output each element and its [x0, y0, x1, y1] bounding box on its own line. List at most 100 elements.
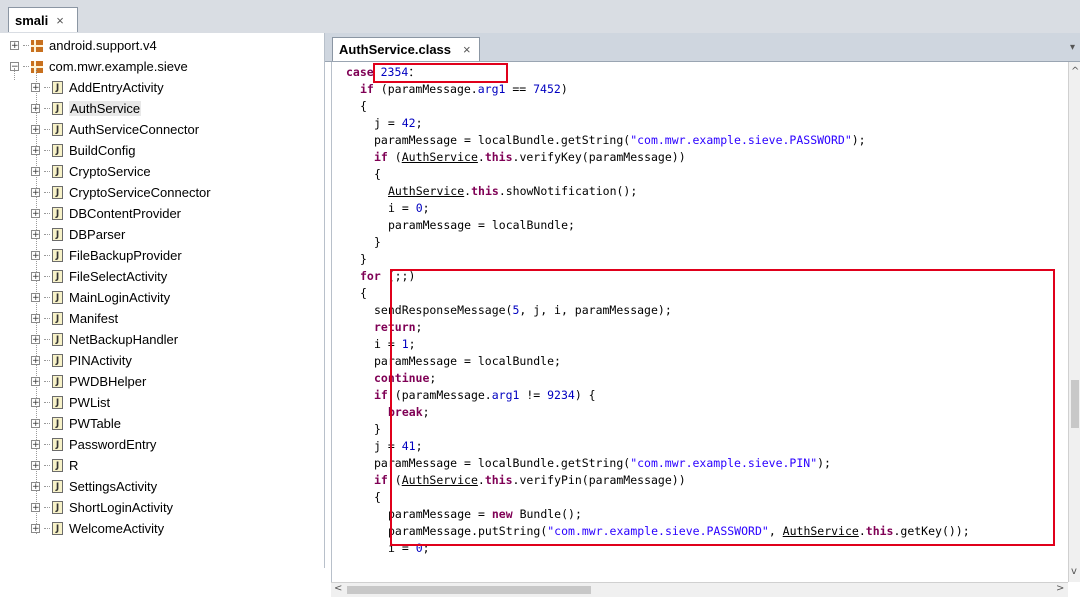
tree-item-class[interactable]: + J CryptoService [31, 161, 151, 182]
vertical-scrollbar[interactable]: ^ v [1068, 62, 1080, 582]
tree-item-class[interactable]: + J PWDBHelper [31, 371, 146, 392]
expand-icon[interactable]: + [31, 125, 40, 135]
tree-item-class[interactable]: + J AuthService [31, 98, 142, 119]
tree-item-class[interactable]: + J DBParser [31, 224, 125, 245]
tree-item-label: PWDBHelper [69, 374, 147, 389]
tree-item-class[interactable]: + J NetBackupHandler [31, 329, 178, 350]
tree-item-label: NetBackupHandler [69, 332, 179, 347]
tree-item-label: AuthService [69, 101, 142, 116]
tab-authservice-class[interactable]: AuthService.class × [332, 37, 480, 61]
java-class-icon: J [52, 333, 63, 346]
expand-icon[interactable]: + [31, 146, 40, 156]
expand-icon[interactable]: + [31, 104, 40, 114]
expand-icon[interactable]: + [10, 41, 19, 51]
tree-item-label: FileBackupProvider [69, 248, 182, 263]
code-line: { [374, 167, 381, 181]
expand-icon[interactable]: + [31, 188, 40, 198]
tree-item-class[interactable]: + J CryptoServiceConnector [31, 182, 211, 203]
tree-item-android-support[interactable]: + android.support.v4 [10, 35, 157, 56]
expand-icon[interactable]: + [31, 293, 40, 303]
expand-icon[interactable]: + [31, 230, 40, 240]
java-class-icon: J [52, 354, 63, 367]
tree-item-label: R [69, 458, 79, 473]
tree-item-class[interactable]: + J PINActivity [31, 350, 132, 371]
tree-item-label: PINActivity [69, 353, 132, 368]
java-class-icon: J [52, 249, 63, 262]
java-class-icon: J [52, 438, 63, 451]
expand-icon[interactable]: + [31, 83, 40, 93]
expand-icon[interactable]: + [31, 419, 40, 429]
scroll-right-icon[interactable]: > [1056, 583, 1064, 594]
loop-highlight-box [390, 269, 1055, 546]
tree-item-class[interactable]: + J Manifest [31, 308, 118, 329]
tree-item-class[interactable]: + J PWList [31, 392, 110, 413]
horizontal-scrollbar[interactable]: < > [331, 582, 1068, 597]
java-class-icon: J [52, 375, 63, 388]
top-tab-bar: smali × [0, 0, 1080, 34]
tree-item-class[interactable]: + J BuildConfig [31, 140, 136, 161]
tab-list-arrow-icon[interactable]: ▾ [1070, 42, 1075, 53]
code-line: paramMessage = localBundle; [388, 218, 575, 232]
expand-icon[interactable]: + [31, 503, 40, 513]
scroll-left-icon[interactable]: < [334, 583, 342, 594]
expand-icon[interactable]: + [31, 251, 40, 261]
code-line: paramMessage = localBundle.getString("co… [374, 133, 866, 147]
code-line: } [374, 422, 381, 436]
tree-item-label: PWTable [69, 416, 122, 431]
expand-icon[interactable]: + [31, 482, 40, 492]
tree-item-class[interactable]: + J FileSelectActivity [31, 266, 167, 287]
tree-item-label: Manifest [69, 311, 119, 326]
expand-icon[interactable]: + [31, 167, 40, 177]
editor-tab-bar: AuthService.class × ▾ [325, 33, 1080, 62]
expand-icon[interactable]: + [31, 314, 40, 324]
tree-item-label: DBContentProvider [69, 206, 181, 221]
tab-smali-label: smali [15, 12, 49, 28]
code-line: } [374, 235, 381, 249]
java-class-icon: J [52, 165, 63, 178]
tree-item-class[interactable]: + J PasswordEntry [31, 434, 156, 455]
code-line: if (AuthService.this.verifyKey(paramMess… [374, 150, 686, 164]
tree-item-class[interactable]: + J R [31, 455, 78, 476]
tree-item-class[interactable]: + J MainLoginActivity [31, 287, 170, 308]
java-class-icon: J [52, 228, 63, 241]
expand-icon[interactable]: + [31, 272, 40, 282]
tree-item-label: android.support.v4 [49, 38, 157, 53]
package-tree: + android.support.v4 − com.mwr.example.s… [0, 33, 325, 568]
tree-item-class[interactable]: + J DBContentProvider [31, 203, 181, 224]
expand-icon[interactable]: + [31, 461, 40, 471]
code-line: j = 42; [374, 116, 423, 130]
tab-smali[interactable]: smali × [8, 7, 78, 32]
vertical-scroll-thumb[interactable] [1071, 380, 1079, 428]
java-class-icon: J [52, 522, 63, 535]
java-class-icon: J [52, 291, 63, 304]
scroll-up-icon[interactable]: ^ [1071, 66, 1079, 77]
java-class-icon: J [52, 207, 63, 220]
tree-item-class[interactable]: + J SettingsActivity [31, 476, 157, 497]
code-line: { [360, 99, 367, 113]
tree-item-class[interactable]: + J WelcomeActivity [31, 518, 164, 539]
java-class-icon: J [52, 312, 63, 325]
close-icon[interactable]: × [463, 42, 471, 57]
java-class-icon: J [52, 270, 63, 283]
close-icon[interactable]: × [56, 13, 64, 28]
expand-icon[interactable]: + [31, 440, 40, 450]
code-line: } [360, 252, 367, 266]
tree-item-class[interactable]: + J AuthServiceConnector [31, 119, 199, 140]
expand-icon[interactable]: + [31, 209, 40, 219]
tree-item-label: CryptoServiceConnector [69, 185, 211, 200]
expand-icon[interactable]: + [31, 335, 40, 345]
tree-item-class[interactable]: + J ShortLoginActivity [31, 497, 173, 518]
tree-item-class[interactable]: + J AddEntryActivity [31, 77, 164, 98]
expand-icon[interactable]: + [31, 377, 40, 387]
expand-icon[interactable]: + [31, 524, 40, 534]
java-class-icon: J [52, 102, 63, 115]
tree-item-class[interactable]: + J PWTable [31, 413, 121, 434]
code-line: AuthService.this.showNotification(); [388, 184, 638, 198]
expand-icon[interactable]: + [31, 356, 40, 366]
expand-icon[interactable]: + [31, 398, 40, 408]
tree-item-label: MainLoginActivity [69, 290, 171, 305]
java-class-icon: J [52, 186, 63, 199]
tree-item-class[interactable]: + J FileBackupProvider [31, 245, 182, 266]
tree-item-label: PasswordEntry [69, 437, 157, 452]
horizontal-scroll-thumb[interactable] [347, 586, 591, 594]
